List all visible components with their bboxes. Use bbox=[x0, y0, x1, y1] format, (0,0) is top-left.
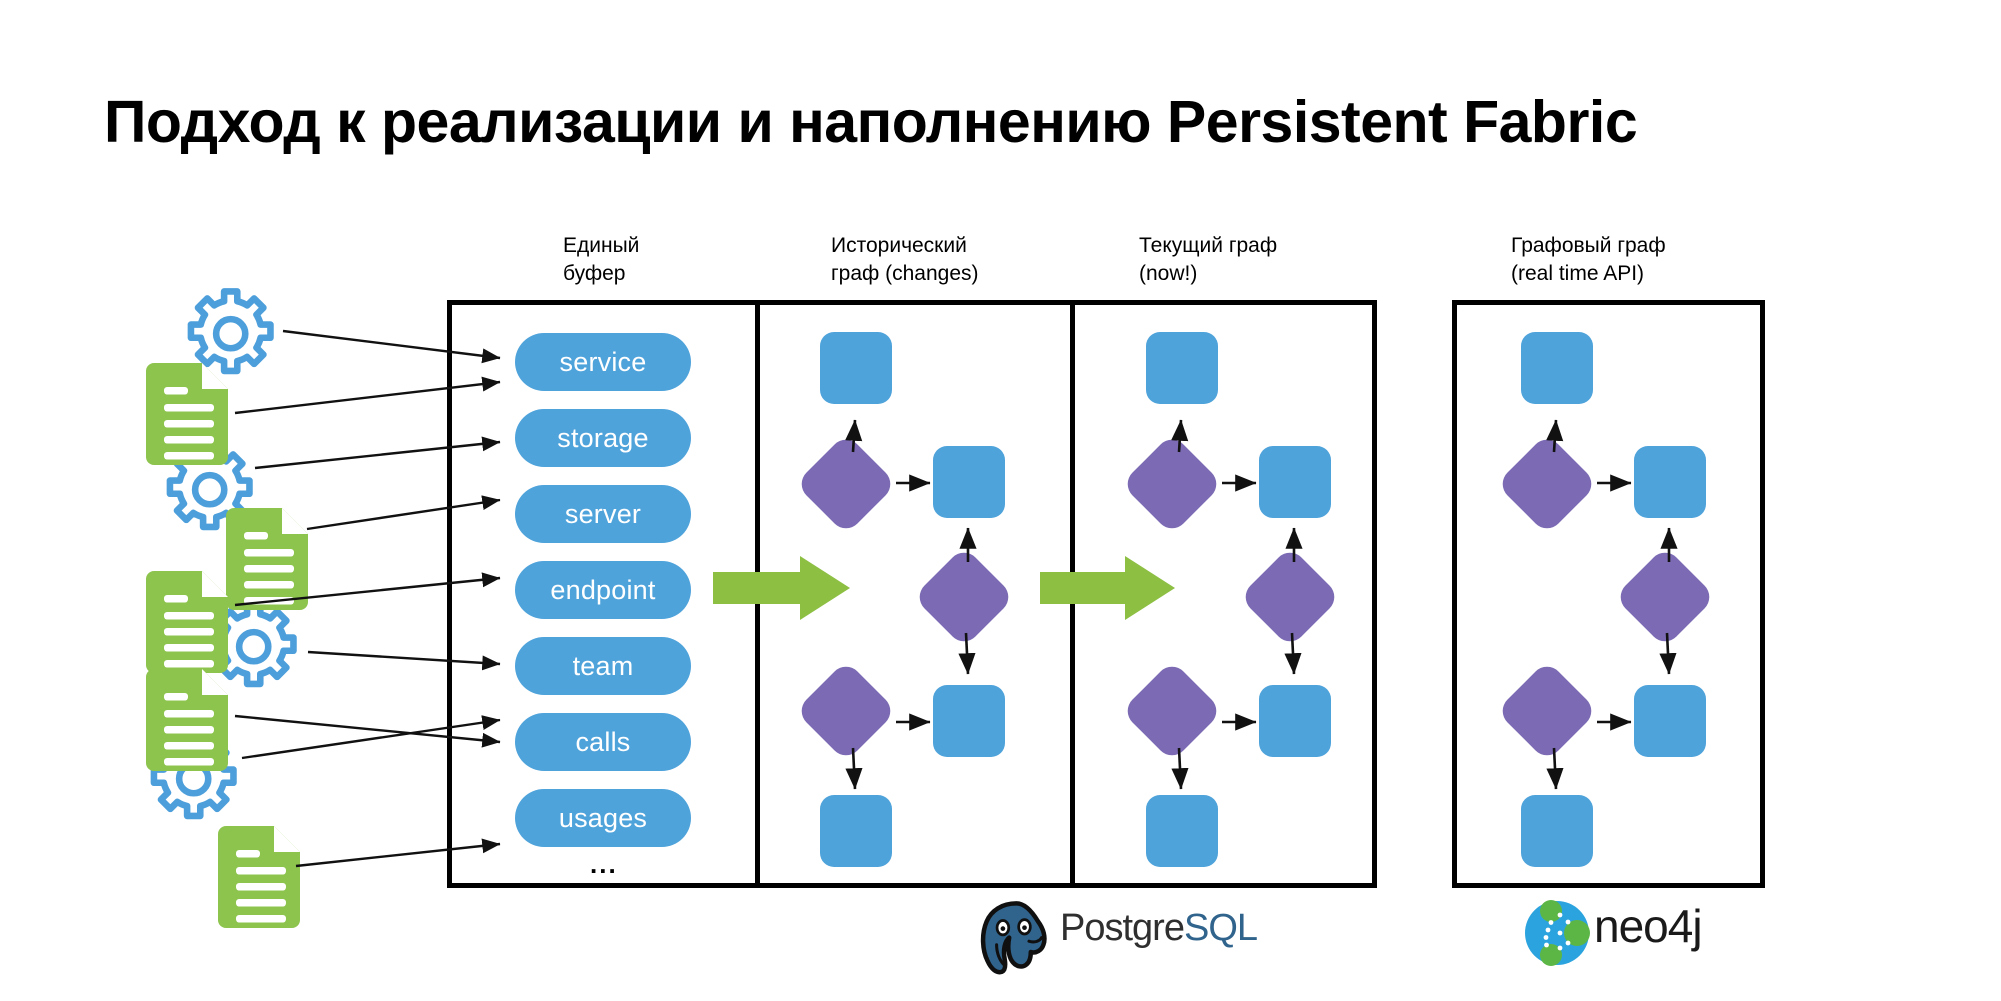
buffer-pill-service[interactable]: service bbox=[515, 333, 691, 391]
buffer-pill-storage[interactable]: storage bbox=[515, 409, 691, 467]
column-caption-current: Текущий граф (now!) bbox=[1139, 234, 1278, 285]
buffer-pill-label: storage bbox=[557, 422, 649, 453]
postgresql-logo-text-postgre: Postgre bbox=[1060, 907, 1185, 949]
graph-node-square bbox=[820, 332, 892, 404]
graph-node-square bbox=[1634, 446, 1706, 518]
neo4j-logo-text: neo4j bbox=[1594, 900, 1703, 952]
postgresql-logo: Postgre SQL bbox=[1060, 907, 1258, 950]
panel-divider-1 bbox=[755, 300, 760, 888]
document-icon bbox=[226, 508, 308, 610]
graph-node-square bbox=[1146, 795, 1218, 867]
buffer-pill-server[interactable]: server bbox=[515, 485, 691, 543]
buffer-pill-label: team bbox=[572, 650, 634, 681]
panel-divider-2 bbox=[1070, 300, 1075, 888]
neo4j-logo-icon bbox=[1525, 900, 1590, 966]
graph-node-square bbox=[1146, 332, 1218, 404]
gear-icon bbox=[187, 288, 274, 375]
buffer-pill-label: usages bbox=[558, 802, 648, 833]
buffer-pill-label: server bbox=[564, 498, 642, 529]
buffer-pill-endpoint[interactable]: endpoint bbox=[515, 561, 691, 619]
gear-icon bbox=[166, 444, 253, 531]
buffer-pill-label: endpoint bbox=[550, 574, 656, 605]
postgresql-logo-icon bbox=[980, 901, 1047, 975]
buffer-pill-team[interactable]: team bbox=[515, 637, 691, 695]
document-icon bbox=[146, 571, 228, 673]
buffer-more-indicator: ... bbox=[590, 849, 618, 879]
graph-node-square bbox=[1259, 446, 1331, 518]
buffer-pill-calls[interactable]: calls bbox=[515, 713, 691, 771]
graph-node-square bbox=[1259, 685, 1331, 757]
gear-icon bbox=[150, 733, 237, 820]
postgresql-logo-text-sql: SQL bbox=[1183, 907, 1258, 949]
gear-icon bbox=[210, 601, 297, 688]
column-caption-buffer: Единый буфер bbox=[563, 234, 640, 285]
document-icon bbox=[146, 669, 228, 771]
column-caption-historical: Исторический граф (changes) bbox=[831, 234, 979, 285]
column-caption-graphdb: Графовый граф (real time API) bbox=[1511, 234, 1666, 285]
buffer-pill-usages[interactable]: usages bbox=[515, 789, 691, 847]
document-icon bbox=[218, 826, 300, 928]
graph-node-square bbox=[933, 685, 1005, 757]
page-title: Подход к реализации и наполнению Persist… bbox=[104, 89, 1638, 155]
document-icon bbox=[146, 363, 228, 465]
graph-node-square bbox=[820, 795, 892, 867]
neo4j-logo: neo4j bbox=[1594, 899, 1703, 953]
slide-canvas: Подход к реализации и наполнению Persist… bbox=[0, 0, 2001, 1001]
buffer-pill-label: service bbox=[559, 346, 647, 377]
graph-node-square bbox=[1521, 332, 1593, 404]
graph-node-square bbox=[1521, 795, 1593, 867]
graph-node-square bbox=[933, 446, 1005, 518]
buffer-pill-label: calls bbox=[575, 726, 631, 757]
graph-node-square bbox=[1634, 685, 1706, 757]
panel-graph-database bbox=[1452, 300, 1765, 888]
